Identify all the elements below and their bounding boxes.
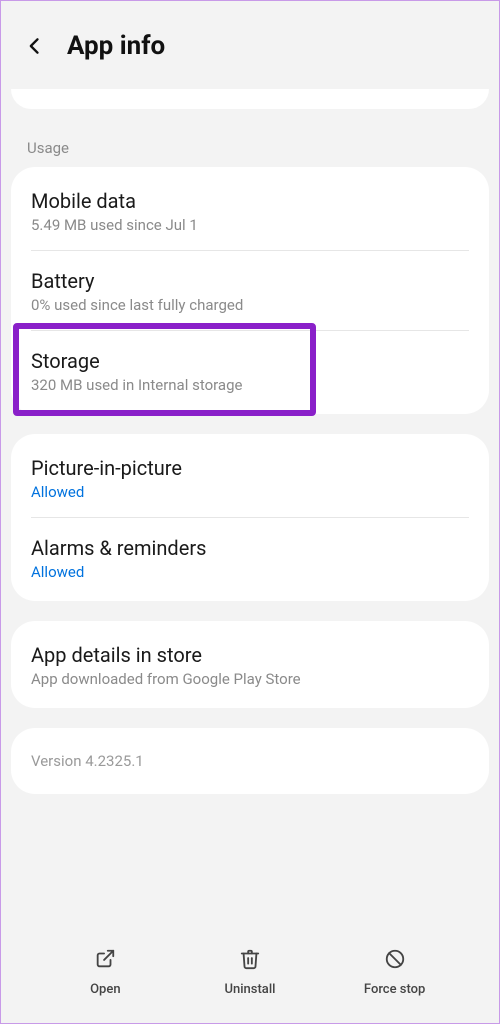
store-sub: App downloaded from Google Play Store	[31, 670, 469, 688]
mobile-data-title: Mobile data	[31, 189, 469, 213]
store-title: App details in store	[31, 643, 469, 667]
storage-item[interactable]: Storage 320 MB used in Internal storage	[11, 331, 489, 410]
previous-card-stub	[11, 89, 489, 109]
alarms-item[interactable]: Alarms & reminders Allowed	[11, 518, 489, 597]
store-card: App details in store App downloaded from…	[11, 621, 489, 708]
version-card: Version 4.2325.1	[11, 728, 489, 794]
header-bar: App info	[9, 13, 491, 89]
force-stop-button[interactable]: Force stop	[345, 946, 445, 997]
open-button[interactable]: Open	[55, 946, 155, 997]
battery-sub: 0% used since last fully charged	[31, 296, 469, 314]
alarms-status: Allowed	[31, 563, 469, 581]
version-text: Version 4.2325.1	[31, 752, 469, 770]
uninstall-button[interactable]: Uninstall	[200, 946, 300, 997]
app-details-store-item[interactable]: App details in store App downloaded from…	[11, 625, 489, 704]
bottom-action-bar: Open Uninstall Force stop	[9, 924, 491, 1023]
page-title: App info	[67, 31, 165, 61]
pip-item[interactable]: Picture-in-picture Allowed	[11, 438, 489, 517]
storage-sub: 320 MB used in Internal storage	[31, 376, 469, 394]
force-stop-label: Force stop	[364, 982, 425, 997]
force-stop-icon	[382, 946, 408, 972]
alarms-title: Alarms & reminders	[31, 536, 469, 560]
uninstall-label: Uninstall	[225, 982, 276, 997]
battery-item[interactable]: Battery 0% used since last fully charged	[11, 251, 489, 330]
app-info-screen: App info Usage Mobile data 5.49 MB used …	[1, 1, 499, 1023]
open-icon	[92, 946, 118, 972]
section-label-usage: Usage	[9, 139, 491, 167]
battery-title: Battery	[31, 269, 469, 293]
settings-card: Picture-in-picture Allowed Alarms & remi…	[11, 434, 489, 601]
pip-title: Picture-in-picture	[31, 456, 469, 480]
mobile-data-item[interactable]: Mobile data 5.49 MB used since Jul 1	[11, 171, 489, 250]
storage-title: Storage	[31, 349, 469, 373]
usage-card: Mobile data 5.49 MB used since Jul 1 Bat…	[11, 167, 489, 414]
trash-icon	[237, 946, 263, 972]
pip-status: Allowed	[31, 483, 469, 501]
open-label: Open	[90, 982, 120, 997]
back-icon[interactable]	[21, 32, 49, 60]
mobile-data-sub: 5.49 MB used since Jul 1	[31, 216, 469, 234]
